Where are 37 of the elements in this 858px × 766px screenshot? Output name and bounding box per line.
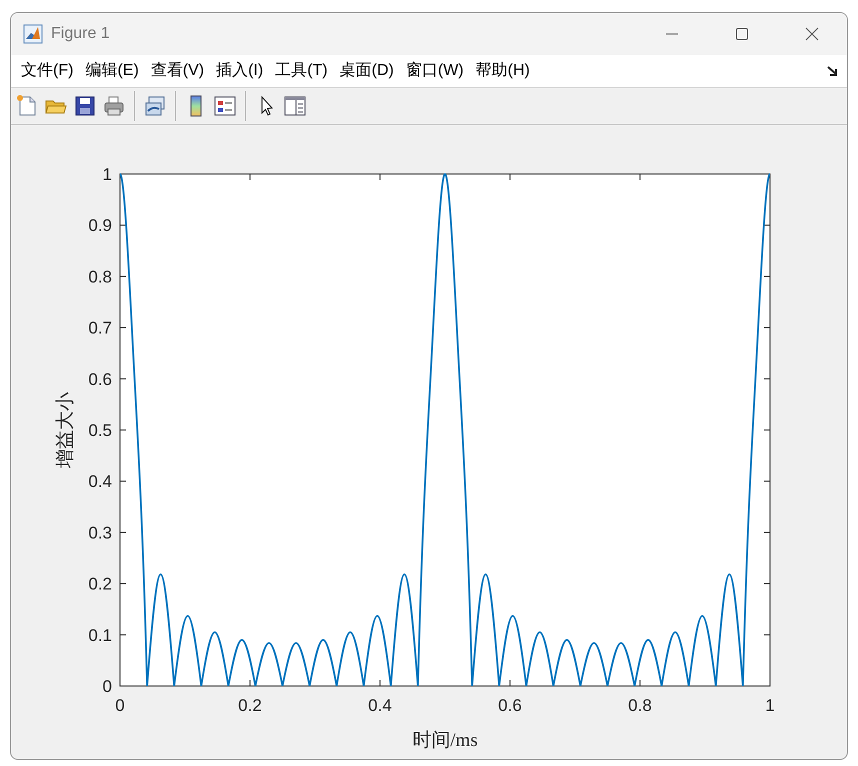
app-icon — [23, 24, 43, 44]
linked-plot-icon[interactable] — [143, 94, 167, 118]
legend-icon[interactable] — [213, 94, 237, 118]
maximize-icon[interactable] — [735, 27, 749, 41]
menu-item[interactable]: 窗口(W) — [400, 60, 470, 82]
menu-item[interactable]: 桌面(D) — [334, 60, 400, 82]
y-tick-label: 0.4 — [88, 472, 112, 492]
x-tick-label: 0.2 — [238, 696, 262, 715]
y-tick-label: 0.9 — [88, 216, 112, 236]
x-tick-label: 0 — [115, 696, 125, 715]
menu-item[interactable]: 帮助(H) — [470, 60, 536, 82]
y-tick-label: 0.7 — [88, 318, 112, 338]
x-tick-label: 0.4 — [368, 696, 392, 715]
y-tick-label: 0.6 — [88, 370, 112, 389]
menu-item[interactable]: 编辑(E) — [79, 60, 145, 82]
menu-item[interactable]: 插入(I) — [210, 60, 270, 82]
x-axis-label: 时间/ms — [412, 730, 478, 751]
y-tick-label: 0.8 — [88, 267, 112, 286]
window-title: Figure 1 — [51, 25, 110, 43]
property-panel-icon[interactable] — [283, 94, 307, 118]
menu-item[interactable]: 文件(F) — [15, 60, 80, 82]
y-tick-label: 1 — [102, 165, 112, 184]
y-tick-label: 0 — [102, 677, 112, 696]
save-icon[interactable] — [73, 94, 97, 118]
y-tick-label: 0.1 — [88, 626, 112, 645]
y-tick-label: 0.3 — [88, 523, 112, 542]
y-tick-label: 0.2 — [88, 574, 112, 594]
dock-arrow-icon[interactable] — [827, 64, 839, 77]
x-tick-label: 0.6 — [498, 696, 522, 715]
close-icon[interactable] — [805, 27, 819, 41]
y-axis-label: 增益大小 — [55, 392, 76, 468]
x-tick-label: 0.8 — [628, 696, 652, 715]
menu-item[interactable]: 查看(V) — [144, 60, 210, 82]
menu-item[interactable]: 工具(T) — [269, 60, 334, 82]
y-tick-label: 0.5 — [88, 421, 112, 440]
printer-icon[interactable] — [102, 94, 126, 118]
x-tick-label: 1 — [765, 696, 775, 715]
